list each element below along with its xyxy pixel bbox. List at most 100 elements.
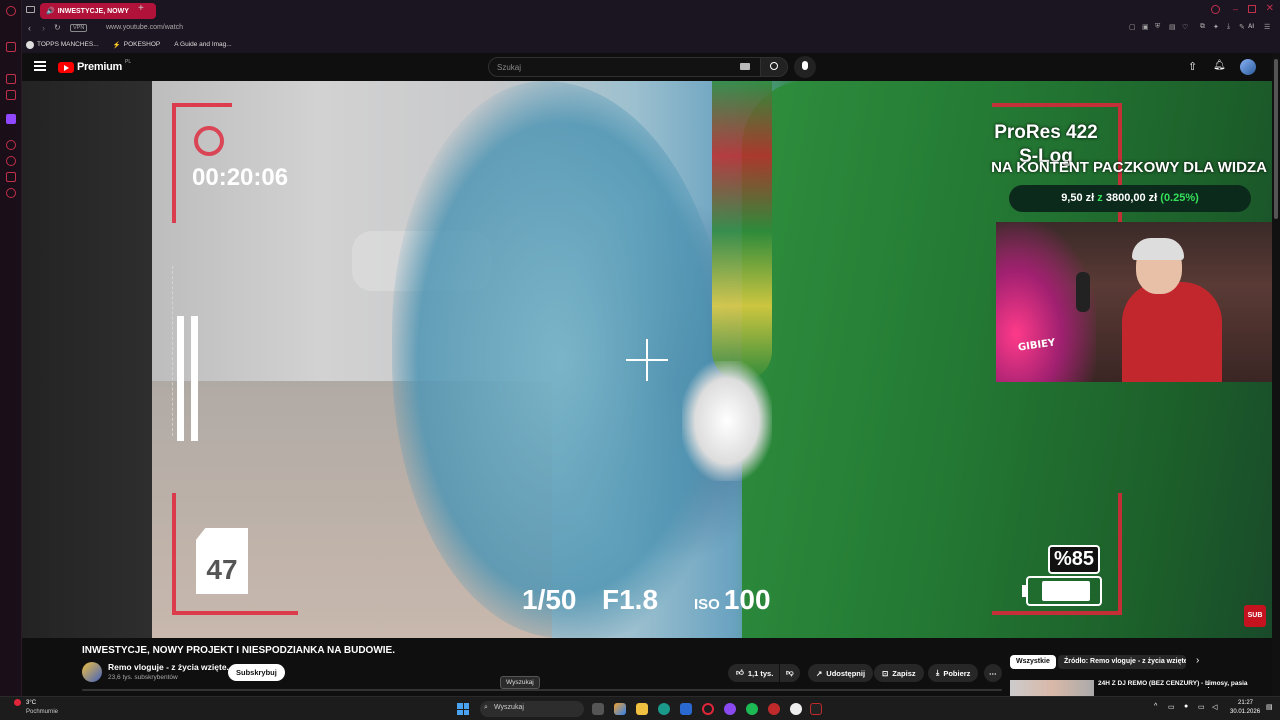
video-player[interactable]: 00:20:06 47 1/50 F1.8 ISO 100 %85 ProRes … xyxy=(22,81,1272,638)
channel-name[interactable]: Remo vloguje - z życia wzięte. xyxy=(108,662,229,672)
taskbar-search-input[interactable]: ⌕ Wyszukaj xyxy=(480,701,584,717)
battery-fill xyxy=(1042,581,1090,601)
windows-taskbar: 3°C Pochmurnie ⌕ Wyszukaj ^ ▭ ● ▭ ◁ 21:2… xyxy=(0,696,1280,720)
channel-avatar[interactable] xyxy=(82,662,102,682)
sidebar-history-icon[interactable] xyxy=(6,140,16,150)
file-explorer-icon[interactable] xyxy=(636,703,648,715)
download-button[interactable]: ⤓ Pobierz xyxy=(928,664,979,682)
shield-icon[interactable]: ⛨ xyxy=(1155,23,1160,31)
menu-icon[interactable]: ☰ xyxy=(1264,23,1270,31)
chip-all[interactable]: Wszystkie xyxy=(1010,655,1056,669)
ai-icon[interactable]: ✎ xyxy=(1239,23,1245,31)
bookmark-icon[interactable]: ▢ xyxy=(1129,23,1136,31)
webcam-overlay: GIBIEY xyxy=(996,222,1272,382)
back-icon[interactable]: ‹ xyxy=(28,23,31,33)
opera-sidebar xyxy=(0,0,22,720)
dislike-button[interactable]: 👎︎ xyxy=(780,664,800,682)
recommended-title[interactable]: 24H Z DJ REMO (BEZ CENZURY) - bimosy, pa… xyxy=(1098,680,1248,696)
tray-mic-icon[interactable]: ● xyxy=(1184,703,1188,710)
video-letterbox xyxy=(22,81,152,638)
tab-list-icon[interactable] xyxy=(26,6,35,13)
like-button[interactable]: 👍︎ 1,1 tys. xyxy=(728,664,780,682)
more-vertical-icon[interactable]: ⋮ xyxy=(1204,679,1213,690)
recommended-thumbnail[interactable] xyxy=(1010,680,1094,696)
edge-icon[interactable] xyxy=(658,703,670,715)
new-tab-button[interactable]: + xyxy=(138,3,144,14)
chevron-right-icon[interactable]: › xyxy=(1196,655,1199,666)
sidebar-settings-icon[interactable] xyxy=(6,188,16,198)
search-button[interactable] xyxy=(760,57,788,77)
windows-start-icon[interactable] xyxy=(457,703,469,715)
chip-source[interactable]: Źródło: Remo vloguje - z życia wzięte. xyxy=(1058,655,1186,669)
app-icon-red[interactable] xyxy=(768,703,780,715)
codec-name: ProRes 422 xyxy=(994,122,1098,143)
more-horizontal-icon: ⋯ xyxy=(989,668,997,678)
avatar[interactable] xyxy=(1240,59,1256,75)
notification-center-icon[interactable]: ▤ xyxy=(1266,703,1273,711)
hamburger-menu-icon[interactable] xyxy=(34,61,46,71)
sidebar-instagram-icon[interactable] xyxy=(6,90,16,100)
easy-setup-icon[interactable]: ▤ xyxy=(1169,23,1176,31)
voice-search-button[interactable] xyxy=(794,56,816,78)
puzzle-icon[interactable]: ✦ xyxy=(1213,23,1219,31)
snapshot-icon[interactable]: ▣ xyxy=(1142,23,1149,31)
store-icon[interactable] xyxy=(680,703,692,715)
notifications-bell-icon[interactable]: 🔔︎ xyxy=(1213,60,1226,71)
opera-taskbar-icon[interactable] xyxy=(702,703,714,715)
opera-logo-icon[interactable] xyxy=(6,6,16,16)
tray-app-icon[interactable]: ▭ xyxy=(1168,703,1175,711)
search-tabs-icon[interactable] xyxy=(1211,5,1220,14)
ai-label[interactable]: AI xyxy=(1248,24,1254,30)
spotify-icon[interactable] xyxy=(746,703,758,715)
logo-text: Premium xyxy=(77,61,122,73)
maximize-button[interactable] xyxy=(1248,5,1256,13)
save-button[interactable]: ⊡ Zapisz xyxy=(874,664,924,682)
sidebar-downloads-icon[interactable] xyxy=(6,172,16,182)
vpn-badge[interactable]: VPN xyxy=(70,24,88,32)
close-window-button[interactable]: ✕ xyxy=(1266,3,1274,14)
obs-icon[interactable] xyxy=(810,703,822,715)
bookmark-item[interactable]: ⚡ POKESHOP xyxy=(113,41,161,49)
weather-temperature[interactable]: 3°C xyxy=(26,700,36,706)
search-input[interactable]: Szukaj xyxy=(488,57,778,77)
sd-card-number: 47 xyxy=(206,554,238,585)
upload-icon[interactable]: ⇧ xyxy=(1188,60,1197,73)
app-icon-white[interactable] xyxy=(790,703,802,715)
reload-icon[interactable]: ↻ xyxy=(54,23,61,32)
keyboard-icon[interactable] xyxy=(740,63,750,70)
share-button[interactable]: ↗ Udostępnij xyxy=(808,664,874,682)
search-icon xyxy=(770,62,778,70)
url-field[interactable]: www.youtube.com/watch xyxy=(106,24,183,31)
sidebar-messenger-icon[interactable] xyxy=(6,74,16,84)
tray-chevron-icon[interactable]: ^ xyxy=(1154,703,1157,710)
sidebar-home-icon[interactable] xyxy=(6,42,16,52)
copilot-icon[interactable] xyxy=(614,703,626,715)
iso-label: ISO xyxy=(694,596,720,613)
extensions-icon[interactable]: ⧉ xyxy=(1200,23,1205,31)
aperture: F1.8 xyxy=(602,584,659,615)
audio-level-bar-left xyxy=(177,316,184,441)
more-actions-button[interactable]: ⋯ xyxy=(984,664,1002,682)
subscribe-button[interactable]: Subskrybuj xyxy=(228,664,285,681)
viewfinder-corner-tl xyxy=(172,103,232,223)
heart-icon[interactable]: ♡ xyxy=(1182,23,1188,31)
bookmark-item[interactable]: TOPPS MANCHES... xyxy=(26,40,99,49)
download-icon[interactable]: ⤓ xyxy=(1227,23,1230,31)
sidebar-twitch-icon[interactable] xyxy=(6,114,16,124)
minimize-button[interactable]: – xyxy=(1233,4,1238,14)
youtube-logo[interactable]: Premium PL xyxy=(58,59,131,73)
discord-icon[interactable] xyxy=(724,703,736,715)
sub-badge[interactable]: SUB xyxy=(1244,605,1266,627)
forward-icon[interactable]: › xyxy=(42,23,45,33)
clock-time[interactable]: 21:27 xyxy=(1238,700,1253,706)
weather-description[interactable]: Pochmurnie xyxy=(26,709,58,715)
bookmark-item[interactable]: A Guide and Imag... xyxy=(174,41,231,48)
scroll-thumb[interactable] xyxy=(1274,59,1278,219)
clock-date[interactable]: 30.01.2026 xyxy=(1230,709,1260,715)
page-scrollbar[interactable] xyxy=(1272,53,1280,696)
network-icon[interactable]: ▭ xyxy=(1198,703,1205,711)
pokeshop-icon: ⚡ xyxy=(112,41,121,49)
volume-icon[interactable]: ◁ xyxy=(1212,703,1217,711)
sidebar-clock-icon[interactable] xyxy=(6,156,16,166)
task-view-icon[interactable] xyxy=(592,703,604,715)
